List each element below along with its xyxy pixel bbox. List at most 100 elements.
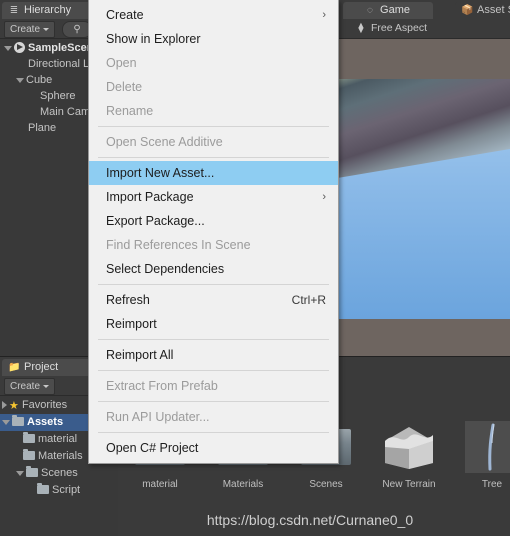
asset-label: material [142, 479, 178, 490]
menu-item-open-c-project[interactable]: Open C# Project [89, 436, 338, 460]
menu-item-label: Reimport All [106, 348, 174, 362]
star-icon: ★ [9, 400, 19, 412]
project-tree-item-scenes[interactable]: Scenes [0, 465, 118, 482]
asset-label: Tree [481, 479, 503, 490]
menu-item-label: Delete [106, 80, 143, 94]
menu-item-label: Extract From Prefab [106, 379, 218, 393]
search-icon: ⚲ [73, 24, 81, 35]
menu-item-label: Reimport [106, 317, 157, 331]
menu-item-run-api-updater: Run API Updater... [89, 405, 338, 429]
asset-label: Scenes [309, 479, 343, 490]
menu-item-import-package[interactable]: Import Package › [89, 185, 338, 209]
menu-item-label: Rename [106, 104, 154, 118]
project-tree-item-script[interactable]: Script [0, 482, 118, 499]
asset-thumbnail [379, 419, 439, 475]
menu-item-open: Open [89, 51, 338, 75]
expand-arrow-icon[interactable] [2, 419, 10, 425]
tab-game[interactable]: ◌ Game [343, 2, 433, 19]
watermark-text: https://blog.csdn.net/Curnane0_0 [206, 512, 414, 528]
expand-arrow-icon[interactable] [2, 401, 7, 410]
expand-arrow-icon[interactable] [16, 470, 24, 476]
menu-item-label: Open C# Project [106, 441, 199, 455]
project-tree-item-label: Script [52, 484, 81, 496]
menu-item-select-dependencies[interactable]: Select Dependencies [89, 257, 338, 281]
tab-project-label: Project [24, 361, 59, 373]
project-tree-item-label: Scenes [41, 467, 78, 479]
terrain-thumbnail-icon [381, 423, 437, 471]
folder-icon [26, 466, 38, 477]
menu-separator [98, 432, 329, 433]
asset-item-tree[interactable]: Tree [462, 419, 510, 490]
hierarchy-create-button[interactable]: Create [4, 21, 56, 38]
tree-thumbnail-icon [465, 421, 510, 473]
aspect-stepper-icon[interactable]: ▲ ▼ [356, 21, 366, 35]
menu-item-create[interactable]: Create › [89, 3, 338, 27]
menu-item-show-in-explorer[interactable]: Show in Explorer [89, 27, 338, 51]
menu-item-label: Open [106, 56, 137, 70]
menu-separator [98, 126, 329, 127]
menu-separator [98, 370, 329, 371]
asset-item-new-terrain[interactable]: New Terrain [379, 419, 439, 490]
unity-editor-window: ≣ Hierarchy Create ⚲ SampleScene Directio… [0, 0, 510, 536]
menu-item-find-references-in-scene: Find References In Scene [89, 233, 338, 257]
tab-game-label: Game [380, 4, 410, 16]
asset-label: Materials [222, 479, 264, 490]
menu-item-label: Export Package... [106, 214, 205, 228]
menu-item-label: Refresh [106, 293, 150, 307]
menu-item-import-new-asset[interactable]: Import New Asset... [89, 161, 338, 185]
expand-arrow-icon[interactable] [4, 45, 12, 51]
hierarchy-item-label: Plane [28, 122, 57, 134]
aspect-label[interactable]: Free Aspect [371, 22, 427, 34]
menu-item-open-scene-additive: Open Scene Additive [89, 130, 338, 154]
menu-item-shortcut: Ctrl+R [291, 293, 326, 307]
folder-icon: 📁 [8, 361, 21, 373]
asset-label: New Terrain [382, 479, 436, 490]
project-tree-item-label: Assets [27, 416, 64, 428]
asset-store-icon: 📦 [461, 4, 474, 16]
hierarchy-icon: ≣ [9, 4, 19, 16]
project-tree-item-label: material [38, 433, 78, 445]
expand-arrow-icon[interactable] [16, 77, 24, 83]
tab-hierarchy-label: Hierarchy [24, 4, 72, 16]
folder-icon [23, 432, 35, 443]
menu-separator [98, 284, 329, 285]
folder-icon [12, 415, 24, 426]
menu-item-refresh[interactable]: Refresh Ctrl+R [89, 288, 338, 312]
menu-item-extract-from-prefab: Extract From Prefab [89, 374, 338, 398]
menu-item-label: Select Dependencies [106, 262, 225, 276]
menu-item-rename: Rename [89, 99, 338, 123]
menu-separator [98, 339, 329, 340]
hierarchy-item-label: Sphere [40, 90, 76, 102]
folder-icon [23, 449, 35, 460]
menu-separator [98, 401, 329, 402]
menu-item-reimport-all[interactable]: Reimport All [89, 343, 338, 367]
unity-scene-icon [14, 42, 25, 53]
game-pacman-icon: ◌ [367, 4, 373, 16]
project-tree-item-label: Materials [38, 450, 83, 462]
menu-item-label: Import New Asset... [106, 166, 215, 180]
asset-thumbnail [462, 419, 510, 475]
chevron-right-icon: › [322, 191, 326, 203]
hierarchy-create-label: Create [10, 24, 41, 35]
hierarchy-item-label: Cube [26, 74, 53, 86]
chevron-right-icon: › [322, 9, 326, 21]
asset-context-menu[interactable]: Create › Show in Explorer Open Delete Rename O… [88, 0, 339, 464]
menu-item-label: Open Scene Additive [106, 135, 223, 149]
menu-item-label: Create [106, 8, 144, 22]
menu-item-export-package[interactable]: Export Package... [89, 209, 338, 233]
project-tree-item-label: Favorites [21, 399, 68, 411]
folder-icon [37, 483, 49, 494]
menu-separator [98, 157, 329, 158]
chevron-down-icon [43, 385, 50, 388]
project-create-label: Create [10, 381, 41, 392]
tab-asset-store[interactable]: 📦 Asset Store [455, 2, 510, 19]
chevron-down-icon [43, 28, 50, 31]
tab-asset-store-label: Asset Store [477, 4, 510, 16]
menu-item-delete: Delete [89, 75, 338, 99]
menu-item-label: Run API Updater... [106, 410, 210, 424]
menu-item-label: Show in Explorer [106, 32, 201, 46]
menu-item-reimport[interactable]: Reimport [89, 312, 338, 336]
project-create-button[interactable]: Create [4, 378, 56, 395]
menu-item-label: Find References In Scene [106, 238, 251, 252]
menu-item-label: Import Package [106, 190, 194, 204]
